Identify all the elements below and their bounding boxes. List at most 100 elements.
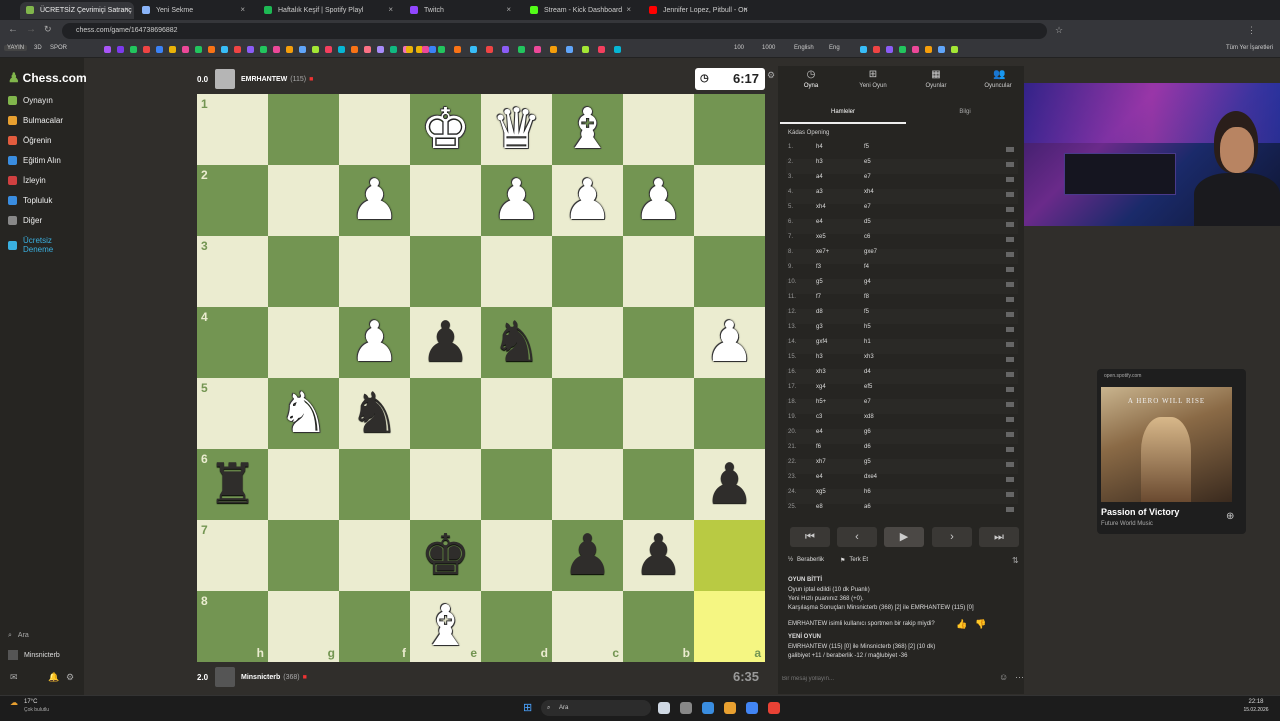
- board-square[interactable]: [268, 449, 339, 520]
- board-square[interactable]: [410, 378, 481, 449]
- bookmark-favicon-icon[interactable]: [518, 46, 525, 53]
- taskbar-app-icon[interactable]: [680, 702, 692, 714]
- white-piece[interactable]: ♝: [410, 591, 481, 662]
- board-square[interactable]: b: [623, 591, 694, 662]
- board-square[interactable]: a: [694, 591, 765, 662]
- board-square[interactable]: 3: [197, 236, 268, 307]
- board-square[interactable]: [268, 236, 339, 307]
- black-piece[interactable]: ♟: [623, 520, 694, 591]
- bookmark-favicon-icon[interactable]: [377, 46, 384, 53]
- bookmark-favicon-icon[interactable]: [614, 46, 621, 53]
- black-move[interactable]: f4: [864, 264, 869, 270]
- bookmark-favicon-icon[interactable]: [406, 46, 413, 53]
- white-piece[interactable]: ♛: [481, 94, 552, 165]
- white-move[interactable]: xg5: [816, 489, 826, 495]
- black-move[interactable]: d5: [864, 219, 871, 225]
- bookmark-favicon-icon[interactable]: [208, 46, 215, 53]
- more-icon[interactable]: ⋯: [1015, 672, 1024, 683]
- bookmark-yayin[interactable]: YAYIN: [4, 45, 28, 51]
- bookmark-favicon-icon[interactable]: [912, 46, 919, 53]
- bookmark-favicon-icon[interactable]: [325, 46, 332, 53]
- bookmark-favicon-icon[interactable]: [566, 46, 573, 53]
- board-square[interactable]: [339, 236, 410, 307]
- board-square[interactable]: f: [339, 591, 410, 662]
- board-square[interactable]: [694, 94, 765, 165]
- tab-info[interactable]: Bilgi: [906, 104, 1024, 122]
- board-square[interactable]: [623, 449, 694, 520]
- bookmark-favicon-icon[interactable]: [143, 46, 150, 53]
- top-player-name[interactable]: EMRHANTEW: [241, 76, 287, 83]
- flip-board-icon[interactable]: ⇅: [1012, 556, 1019, 565]
- board-square[interactable]: [694, 165, 765, 236]
- black-move[interactable]: h1: [864, 339, 871, 345]
- board-square[interactable]: [410, 449, 481, 520]
- bottom-player-name[interactable]: Minsnicterb: [241, 674, 280, 681]
- black-move[interactable]: xh3: [864, 354, 874, 360]
- bookmark-favicon-icon[interactable]: [886, 46, 893, 53]
- bookmark-favicon-icon[interactable]: [299, 46, 306, 53]
- prev-move-button[interactable]: ‹: [837, 527, 877, 547]
- bookmark-favicon-icon[interactable]: [873, 46, 880, 53]
- white-move[interactable]: f3: [816, 264, 821, 270]
- taskbar-search[interactable]: ⌕ Ara: [541, 700, 651, 716]
- white-move[interactable]: e4: [816, 474, 823, 480]
- sidebar-item-eğitim-alın[interactable]: Eğitim Alın: [8, 156, 61, 165]
- opening-name[interactable]: Kádas Opening: [788, 130, 829, 136]
- bookmark-favicon-icon[interactable]: [470, 46, 477, 53]
- white-move[interactable]: xe7+: [816, 249, 829, 255]
- bookmark-favicon-icon[interactable]: [390, 46, 397, 53]
- chesscom-logo[interactable]: ♟ Chess.com: [8, 70, 87, 86]
- bookmark-favicon-icon[interactable]: [169, 46, 176, 53]
- board-square[interactable]: [552, 307, 623, 378]
- white-move[interactable]: d8: [816, 309, 823, 315]
- white-move[interactable]: h3: [816, 159, 823, 165]
- board-square[interactable]: [481, 378, 552, 449]
- reload-icon[interactable]: ↻: [44, 24, 52, 35]
- taskbar-app-icon[interactable]: [724, 702, 736, 714]
- white-move[interactable]: gxf4: [816, 339, 827, 345]
- thumbs-down-icon[interactable]: 👎: [975, 619, 986, 630]
- board-square[interactable]: [268, 165, 339, 236]
- bookmark-favicon-icon[interactable]: [351, 46, 358, 53]
- black-move[interactable]: d4: [864, 369, 871, 375]
- black-move[interactable]: e5: [864, 159, 871, 165]
- bookmark-favicon-icon[interactable]: [234, 46, 241, 53]
- chat-input[interactable]: [780, 670, 994, 688]
- browser-tab[interactable]: ÜCRETSİZ Çevrimiçi Satranç Oy ×: [20, 2, 134, 19]
- white-piece[interactable]: ♟: [481, 165, 552, 236]
- black-move[interactable]: xh4: [864, 189, 874, 195]
- tab-moves[interactable]: Hamleler: [780, 104, 906, 124]
- board-square[interactable]: [339, 520, 410, 591]
- nav-search[interactable]: ⌕ Ara: [8, 632, 29, 640]
- nav-user[interactable]: Minsnicterb: [8, 650, 60, 660]
- all-bookmarks[interactable]: Tüm Yer İşaretleri: [1226, 45, 1273, 51]
- black-move[interactable]: dxe4: [864, 474, 877, 480]
- board-square[interactable]: 8h: [197, 591, 268, 662]
- white-move[interactable]: h4: [816, 144, 823, 150]
- board-square[interactable]: [481, 449, 552, 520]
- taskbar-app-icon[interactable]: [658, 702, 670, 714]
- draw-button[interactable]: ½ Beraberlik: [788, 557, 824, 563]
- bookmark-favicon-icon[interactable]: [130, 46, 137, 53]
- bookmark-english[interactable]: English: [794, 45, 814, 51]
- black-piece[interactable]: ♟: [410, 307, 481, 378]
- board-square[interactable]: 1: [197, 94, 268, 165]
- board-square[interactable]: [552, 449, 623, 520]
- bookmark-favicon-icon[interactable]: [951, 46, 958, 53]
- white-move[interactable]: xg4: [816, 384, 826, 390]
- close-icon[interactable]: ×: [124, 5, 129, 14]
- tab-oyna[interactable]: ◷ Oyna: [791, 70, 831, 90]
- tab-yeni-oyun[interactable]: ⊞ Yeni Oyun: [853, 70, 893, 90]
- browser-tab[interactable]: Yeni Sekme ×: [136, 2, 250, 19]
- board-square[interactable]: d: [481, 591, 552, 662]
- track-artist[interactable]: Future World Music: [1101, 521, 1153, 527]
- thumbs-up-icon[interactable]: 👍: [956, 619, 967, 630]
- black-move[interactable]: f8: [864, 294, 869, 300]
- bookmark-favicon-icon[interactable]: [195, 46, 202, 53]
- black-move[interactable]: h6: [864, 489, 871, 495]
- black-move[interactable]: g5: [864, 459, 871, 465]
- board-square[interactable]: g: [268, 591, 339, 662]
- black-piece[interactable]: ♚: [410, 520, 481, 591]
- sidebar-item-i̇zleyin[interactable]: İzleyin: [8, 176, 46, 185]
- windows-start-icon[interactable]: ⊞: [523, 701, 532, 714]
